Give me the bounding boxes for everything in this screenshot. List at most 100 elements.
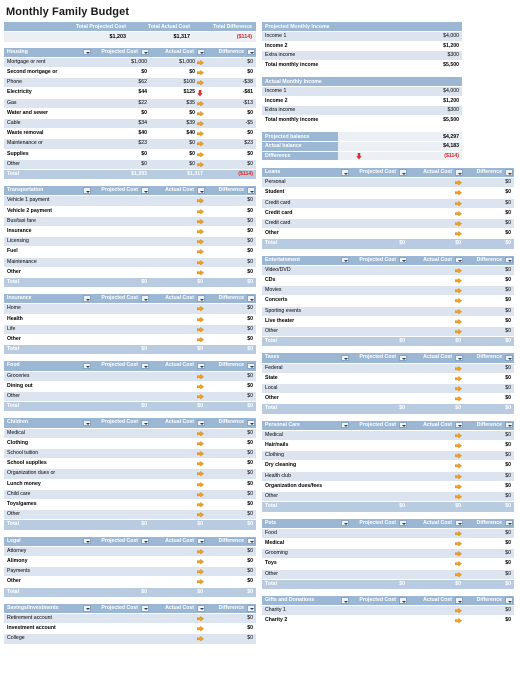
projected-cost-cell[interactable] [92, 391, 150, 403]
projected-cost-cell[interactable] [92, 226, 150, 238]
projected-cost-cell[interactable] [350, 373, 408, 385]
table-row[interactable]: Cable $34 $39 -$5 [4, 118, 256, 130]
actual-cost-cell[interactable] [150, 576, 206, 588]
projected-cost-cell[interactable] [350, 265, 408, 277]
table-row[interactable]: Concerts $0 [262, 295, 514, 307]
actual-cost-cell[interactable]: $0 [150, 149, 206, 160]
projected-cost-header[interactable]: Projected Cost [92, 294, 150, 305]
projected-cost-cell[interactable] [92, 195, 150, 207]
category-filter-icon[interactable] [340, 256, 349, 264]
actual-filter-icon[interactable] [196, 48, 205, 56]
projected-cost-cell[interactable]: $62 [92, 77, 150, 89]
projected-cost-cell[interactable] [350, 491, 408, 503]
projected-cost-cell[interactable]: $0 [92, 67, 150, 79]
category-header[interactable]: Children [4, 418, 92, 429]
actual-cost-cell[interactable] [408, 605, 464, 617]
category-header[interactable]: Taxes [262, 353, 350, 364]
table-row[interactable]: Other $0 [262, 491, 514, 503]
actual-cost-cell[interactable] [408, 430, 464, 442]
actual-cost-cell[interactable] [150, 314, 206, 325]
actual-cost-cell[interactable] [408, 440, 464, 452]
projected-cost-cell[interactable] [92, 633, 150, 645]
table-row[interactable]: Movies $0 [262, 285, 514, 297]
difference-filter-icon[interactable] [246, 187, 255, 194]
difference-header[interactable]: Difference [206, 361, 256, 372]
actual-filter-icon[interactable] [196, 537, 205, 545]
panel-row[interactable]: Income 2 $1,200 [262, 41, 463, 51]
projected-cost-cell[interactable] [350, 228, 408, 240]
projected-cost-cell[interactable]: $0 [92, 159, 150, 170]
actual-cost-cell[interactable] [408, 481, 464, 493]
table-row[interactable]: Other $0 [262, 569, 514, 580]
actual-filter-icon[interactable] [196, 295, 205, 302]
actual-cost-cell[interactable] [408, 558, 464, 570]
difference-header[interactable]: Difference [464, 353, 514, 364]
actual-cost-cell[interactable] [150, 499, 206, 511]
panel-row[interactable]: Income 2 $1,200 [262, 96, 462, 106]
actual-cost-cell[interactable] [408, 538, 464, 550]
table-row[interactable]: Lunch money $0 [4, 479, 256, 490]
projected-cost-cell[interactable] [92, 489, 150, 501]
actual-cost-cell[interactable]: $39 [150, 118, 206, 130]
actual-cost-header[interactable]: Actual Cost [150, 294, 206, 305]
table-row[interactable]: Other $0 [4, 576, 256, 588]
projected-cost-cell[interactable] [350, 306, 408, 317]
projected-cost-cell[interactable] [92, 371, 150, 382]
actual-cost-cell[interactable] [150, 236, 206, 248]
actual-cost-cell[interactable] [150, 556, 206, 568]
projected-filter-icon[interactable] [398, 421, 407, 429]
actual-cost-cell[interactable] [408, 208, 464, 220]
actual-cost-header[interactable]: Actual Cost [150, 186, 206, 197]
table-row[interactable]: Mortgage or rent $1,000 $1,000 $0 [4, 57, 256, 68]
projected-cost-cell[interactable] [350, 363, 408, 374]
projected-filter-icon[interactable] [398, 169, 407, 176]
table-row[interactable]: Medical $0 [262, 430, 514, 442]
actual-cost-cell[interactable] [408, 548, 464, 560]
projected-cost-cell[interactable] [92, 576, 150, 588]
table-row[interactable]: Student $0 [262, 187, 514, 199]
actual-cost-cell[interactable]: $0 [150, 67, 206, 79]
table-row[interactable]: Electricity $44 $125 -$81 [4, 87, 256, 99]
projected-filter-icon[interactable] [140, 537, 149, 545]
table-row[interactable]: Personal $0 [262, 177, 514, 189]
projected-filter-icon[interactable] [140, 187, 149, 194]
projected-cost-cell[interactable] [350, 285, 408, 297]
actual-cost-cell[interactable] [408, 187, 464, 199]
table-row[interactable]: Waste removal $40 $40 $0 [4, 128, 256, 140]
table-row[interactable]: Charity 1 $0 [262, 605, 514, 617]
category-filter-icon[interactable] [340, 597, 349, 604]
panel-row[interactable]: Income 1 $4,000 [262, 86, 462, 97]
difference-filter-icon[interactable] [504, 354, 513, 362]
table-row[interactable]: Fuel $0 [4, 246, 256, 258]
table-row[interactable]: Other $0 [4, 334, 256, 346]
projected-cost-cell[interactable] [350, 218, 408, 230]
category-filter-icon[interactable] [340, 519, 349, 527]
actual-filter-icon[interactable] [454, 354, 463, 362]
panel-row-value[interactable]: $5,500 [380, 115, 462, 125]
projected-cost-cell[interactable] [350, 538, 408, 550]
projected-cost-cell[interactable] [92, 566, 150, 578]
actual-filter-icon[interactable] [454, 519, 463, 527]
actual-cost-cell[interactable] [408, 218, 464, 230]
category-header[interactable]: Transportation [4, 186, 92, 197]
table-row[interactable]: Life $0 [4, 324, 256, 335]
projected-cost-cell[interactable] [92, 509, 150, 521]
table-row[interactable]: Credit card $0 [262, 198, 514, 209]
actual-cost-cell[interactable]: $0 [150, 138, 206, 150]
actual-cost-header[interactable]: Actual Cost [408, 353, 464, 364]
actual-cost-cell[interactable] [150, 509, 206, 521]
actual-cost-cell[interactable] [408, 615, 464, 627]
actual-cost-cell[interactable] [150, 448, 206, 460]
panel-row-value[interactable]: $4,000 [380, 86, 462, 97]
actual-cost-cell[interactable] [408, 471, 464, 482]
actual-cost-cell[interactable]: $125 [150, 87, 206, 99]
actual-cost-cell[interactable] [150, 489, 206, 501]
projected-cost-cell[interactable] [92, 216, 150, 227]
projected-cost-cell[interactable] [350, 187, 408, 199]
actual-cost-cell[interactable] [150, 391, 206, 403]
actual-cost-cell[interactable] [408, 316, 464, 328]
table-row[interactable]: Dining out $0 [4, 381, 256, 393]
projected-cost-header[interactable]: Projected Cost [92, 361, 150, 372]
projected-cost-header[interactable]: Projected Cost [350, 255, 408, 266]
actual-cost-header[interactable]: Actual Cost [408, 518, 464, 529]
